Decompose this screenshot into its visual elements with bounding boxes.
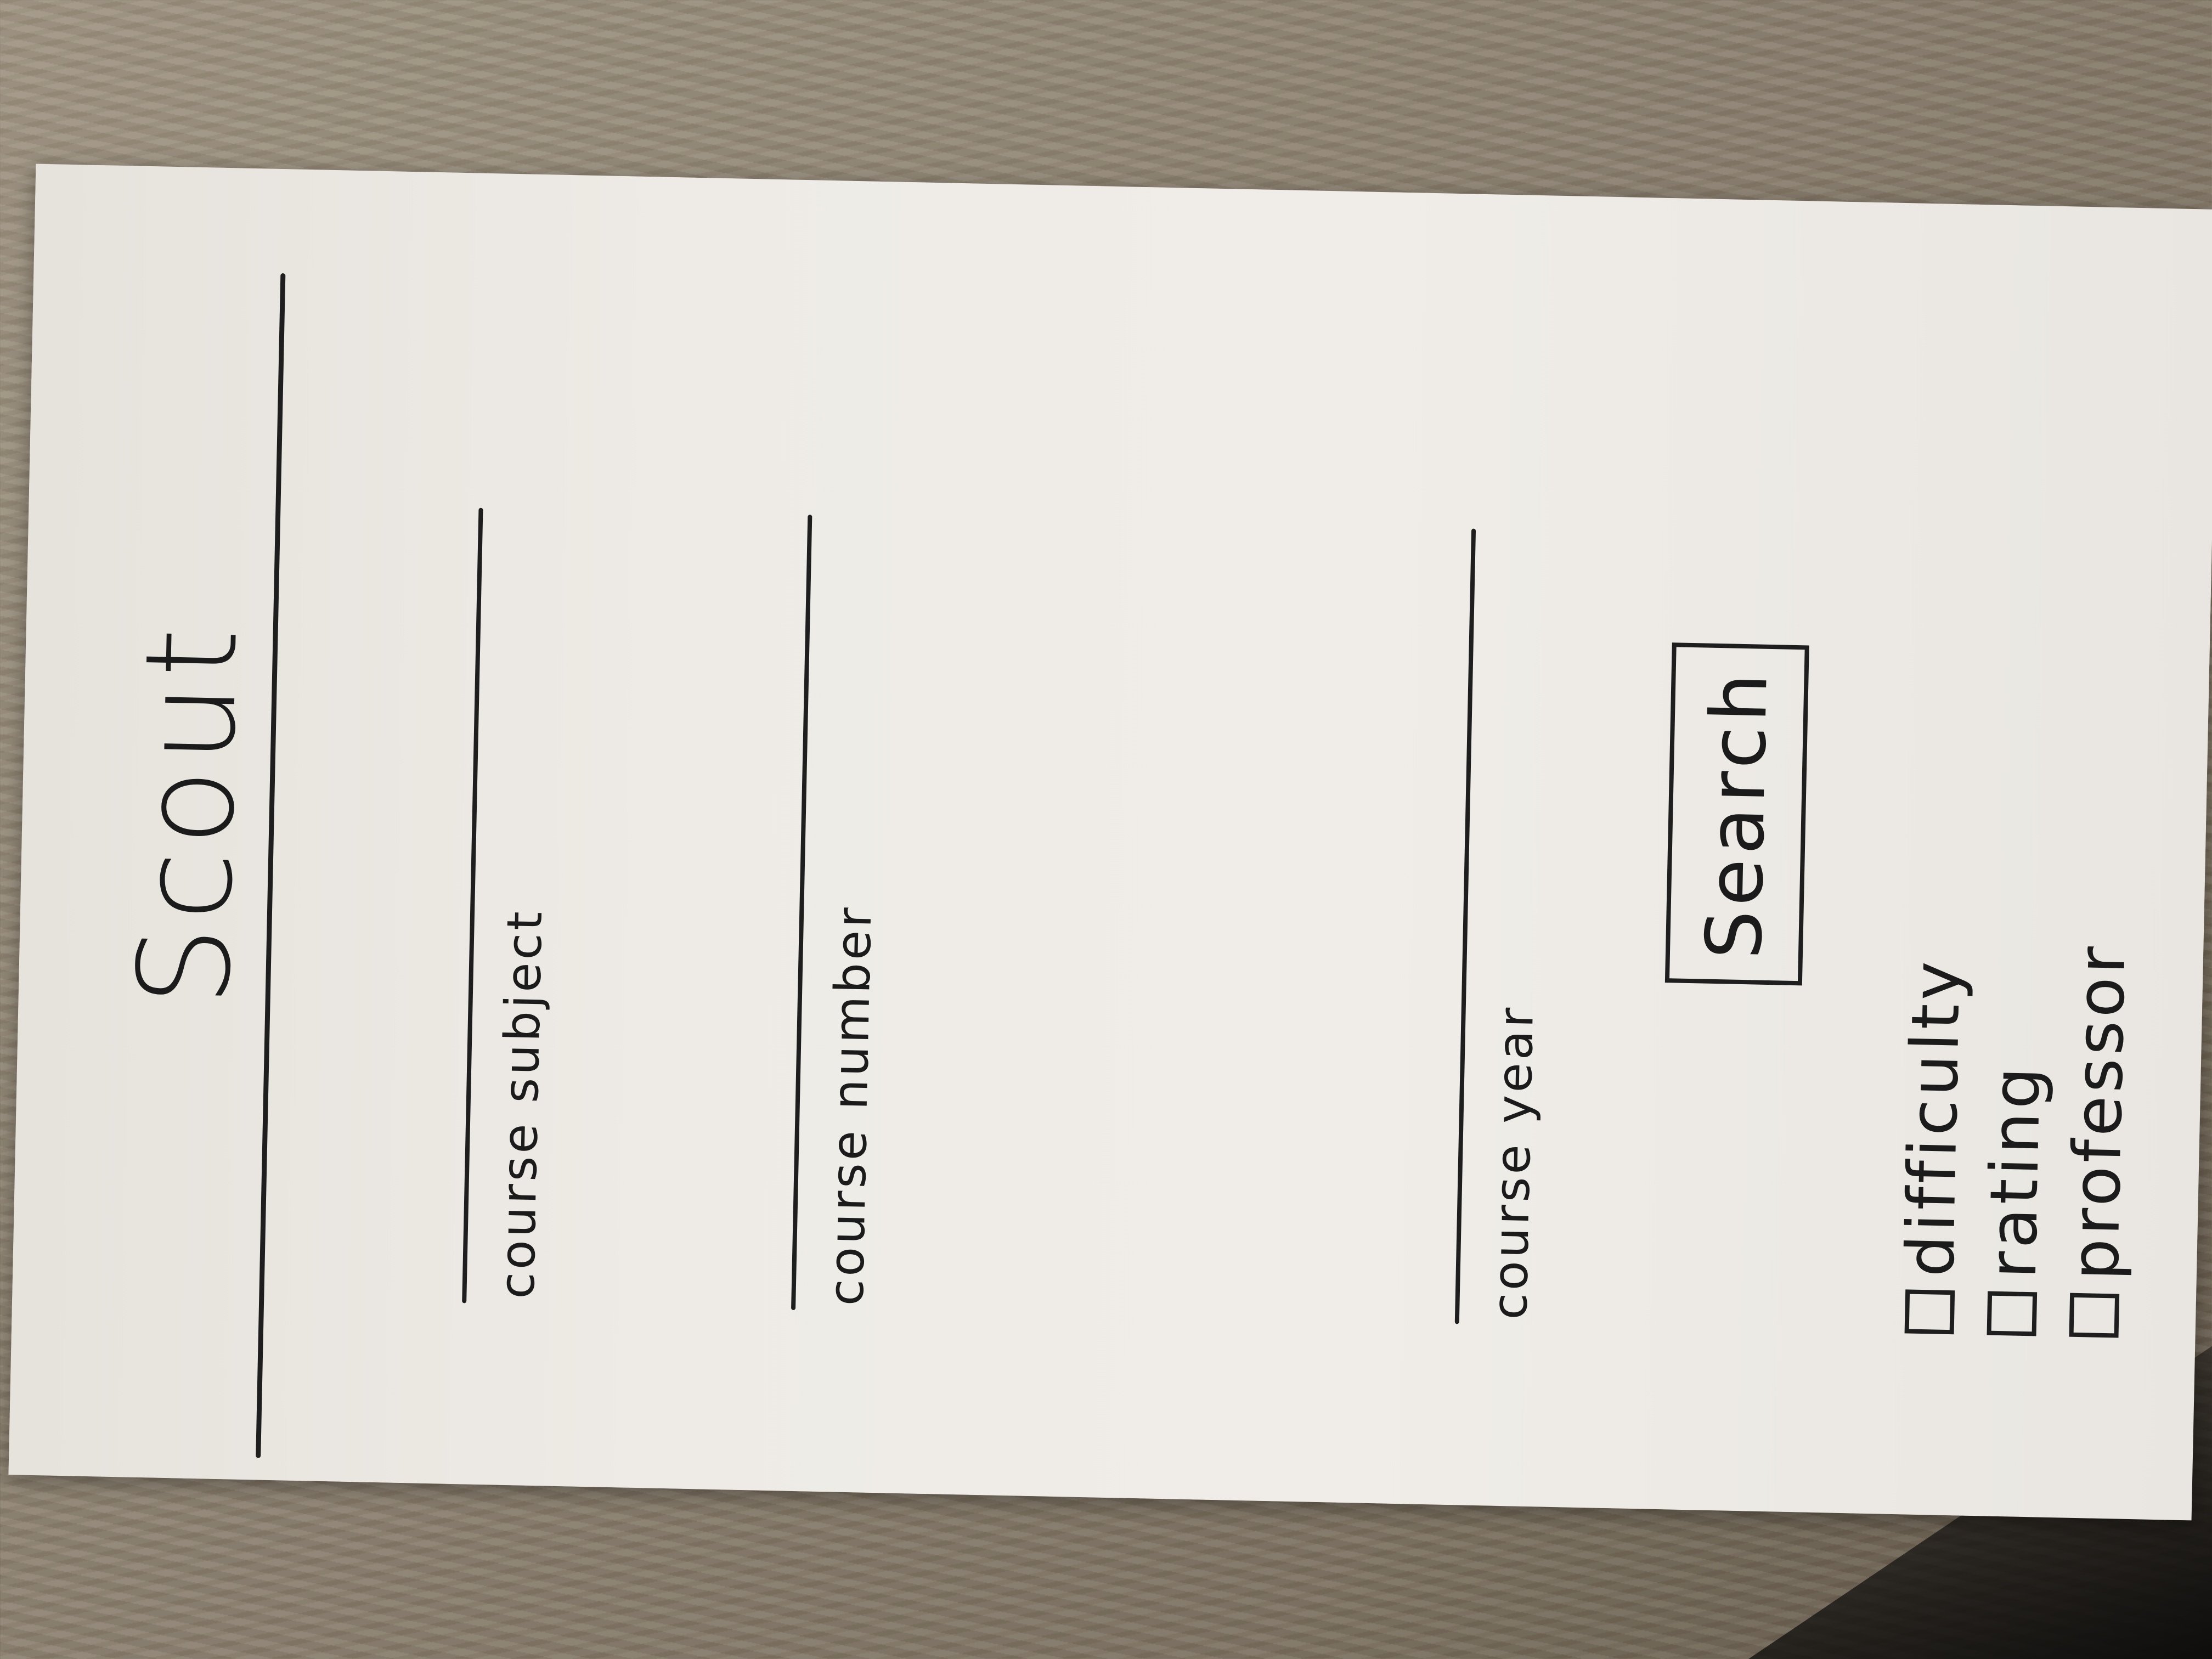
filter-professor[interactable]: professor — [2053, 623, 2150, 1338]
filter-options: difficulty rating professor — [1888, 620, 2150, 1338]
course-year-label: course year — [1481, 1004, 1544, 1321]
filter-rating[interactable]: rating — [1971, 622, 2068, 1336]
professor-label: professor — [2057, 943, 2141, 1282]
course-subject-underline — [462, 507, 483, 1304]
professor-checkbox[interactable] — [2069, 1293, 2120, 1338]
app-title: Scout — [111, 621, 266, 1008]
search-button[interactable]: Search — [1664, 642, 1809, 986]
course-year-field: course year — [1295, 525, 1554, 1325]
course-number-input[interactable] — [632, 511, 715, 1308]
filter-difficulty[interactable]: difficulty — [1888, 620, 1985, 1335]
course-subject-label: course subject — [488, 908, 554, 1300]
course-subject-input[interactable] — [303, 504, 386, 1301]
course-year-input[interactable] — [1295, 525, 1379, 1322]
course-number-label: course number — [817, 904, 883, 1307]
course-year-underline — [1454, 528, 1476, 1324]
app-screen: Scout course subject course number cours… — [8, 164, 2212, 1521]
rating-label: rating — [1974, 1063, 2056, 1279]
difficulty-label: difficulty — [1892, 957, 1976, 1278]
course-number-underline — [791, 515, 812, 1311]
difficulty-checkbox[interactable] — [1904, 1289, 1955, 1335]
paper-prototype-card: Scout course subject course number cours… — [8, 163, 2212, 1521]
rating-checkbox[interactable] — [1987, 1291, 2038, 1336]
course-subject-field: course subject — [303, 504, 561, 1305]
course-number-field: course number — [632, 511, 890, 1312]
